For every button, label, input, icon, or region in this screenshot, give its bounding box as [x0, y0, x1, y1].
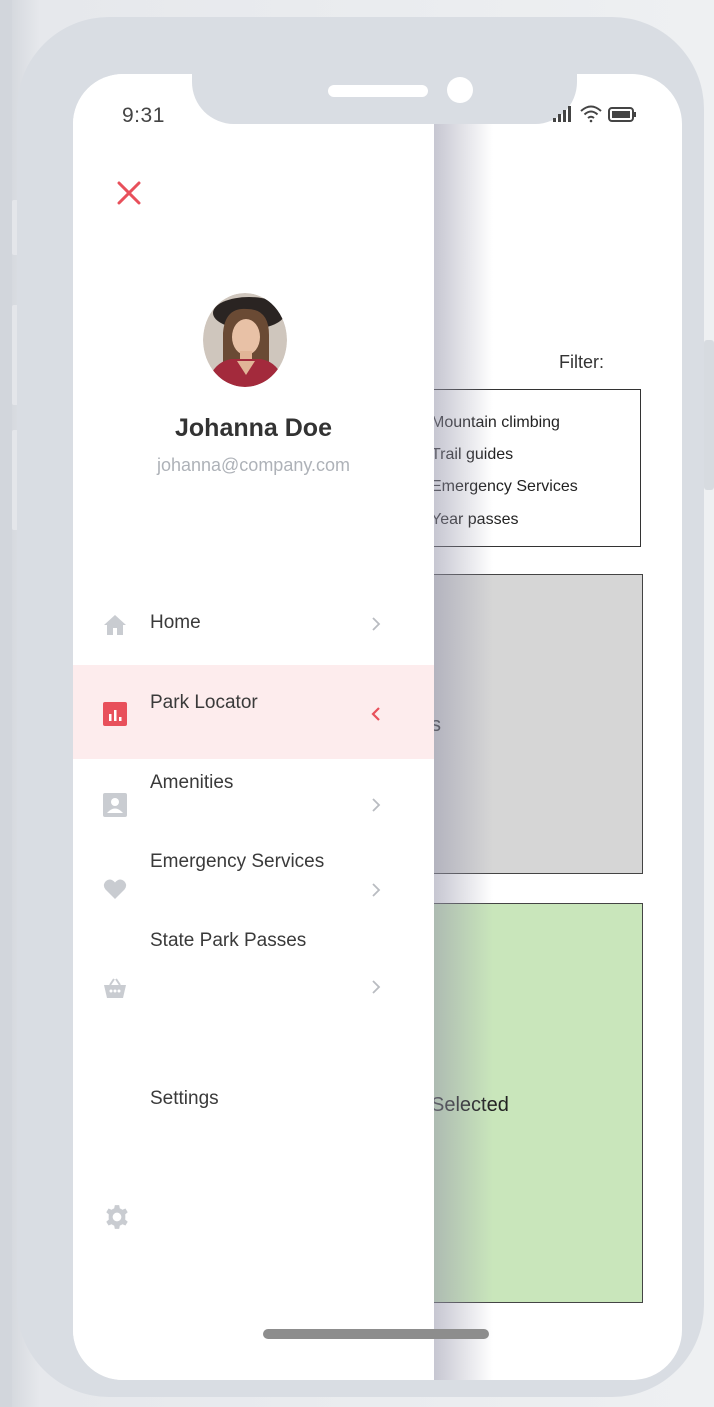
- phone-power-button: [704, 340, 714, 490]
- menu-item-emergency-services[interactable]: Emergency Services: [73, 845, 434, 925]
- menu-item-amenities[interactable]: Amenities: [73, 766, 434, 846]
- menu-item-label: Park Locator: [150, 692, 258, 713]
- drawer-shadow: [433, 74, 493, 1380]
- menu-item-label: Amenities: [150, 772, 234, 793]
- menu-item-state-park-passes[interactable]: State Park Passes: [73, 924, 434, 1004]
- chevron-right-icon: [372, 980, 381, 994]
- gear-icon[interactable]: [104, 1204, 130, 1230]
- chevron-right-icon: [372, 883, 381, 897]
- chevron-right-icon: [372, 617, 381, 631]
- close-icon[interactable]: [113, 177, 145, 209]
- phone-screen: Filter: Mountain climbing Trail guides E…: [73, 74, 682, 1380]
- bar-chart-icon: [103, 702, 127, 726]
- chevron-right-icon: [372, 798, 381, 812]
- wifi-icon: [580, 105, 602, 123]
- user-name: Johanna Doe: [175, 414, 332, 442]
- user-email: johanna@company.com: [156, 455, 351, 475]
- avatar: [203, 293, 287, 387]
- battery-icon: [608, 107, 636, 122]
- chevron-left-icon: [371, 707, 380, 721]
- menu-item-settings[interactable]: Settings: [150, 1088, 219, 1110]
- home-icon: [104, 615, 126, 635]
- navigation-drawer: Johanna Doe johanna@company.com Home Par…: [73, 74, 434, 1380]
- menu-item-park-locator[interactable]: Park Locator: [73, 665, 434, 759]
- contact-card-icon: [103, 793, 127, 817]
- filter-label: Filter:: [559, 352, 604, 372]
- menu-item-label: State Park Passes: [150, 930, 307, 951]
- menu-item-label: Home: [150, 612, 201, 633]
- phone-frame: Filter: Mountain climbing Trail guides E…: [17, 17, 704, 1397]
- status-time: 9:31: [122, 104, 165, 127]
- status-icons: [553, 105, 636, 123]
- signal-icon: [553, 106, 571, 122]
- menu-item-home[interactable]: Home: [73, 586, 434, 666]
- status-bar: 9:31: [73, 74, 682, 154]
- menu-item-label: Emergency Services: [150, 851, 325, 872]
- basket-icon: [104, 978, 126, 998]
- window-edge: [0, 0, 12, 1407]
- home-indicator: [263, 1329, 489, 1339]
- heart-icon: [103, 879, 127, 899]
